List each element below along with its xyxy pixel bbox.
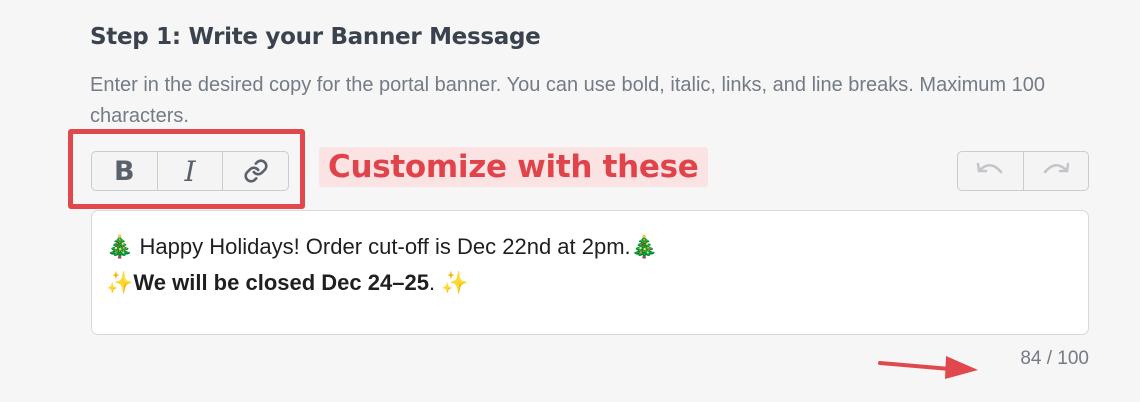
editor-line-2-suffix: . ✨ — [428, 270, 469, 295]
undo-button[interactable] — [958, 152, 1024, 190]
banner-message-editor[interactable]: 🎄 Happy Holidays! Order cut-off is Dec 2… — [91, 210, 1089, 335]
undo-icon — [976, 162, 1003, 174]
link-icon — [244, 159, 268, 183]
step-title: Step 1: Write your Banner Message — [90, 24, 541, 50]
link-button[interactable] — [223, 152, 288, 190]
sparkles-emoji: ✨ — [106, 270, 134, 295]
history-toolbar — [957, 151, 1089, 191]
annotation-arrow — [878, 356, 978, 379]
format-toolbar: B I — [91, 151, 289, 191]
character-counter: 84 / 100 — [1020, 348, 1089, 369]
banner-message-step: Step 1: Write your Banner Message Enter … — [0, 0, 1140, 402]
redo-button[interactable] — [1024, 152, 1089, 190]
editor-bold-text: We will be closed Dec 24–25 — [133, 270, 429, 295]
bold-button[interactable]: B — [92, 152, 158, 190]
editor-line-2: ✨We will be closed Dec 24–25. ✨ — [106, 265, 1074, 301]
annotation-label: Customize with these — [319, 147, 708, 187]
step-description: Enter in the desired copy for the portal… — [90, 74, 1045, 127]
italic-button[interactable]: I — [158, 152, 224, 190]
redo-icon — [1043, 162, 1070, 174]
bold-icon: B — [114, 155, 135, 187]
italic-icon: I — [184, 154, 196, 188]
editor-line-1: 🎄 Happy Holidays! Order cut-off is Dec 2… — [106, 234, 659, 259]
